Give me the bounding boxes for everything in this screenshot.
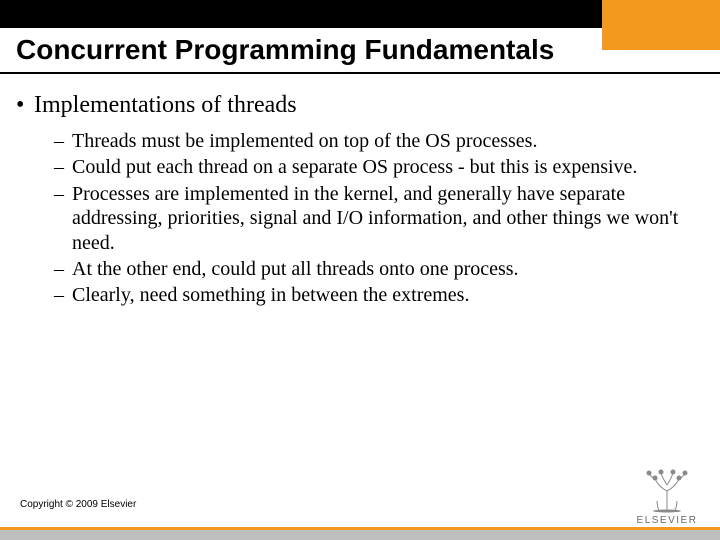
logo-text: ELSEVIER	[630, 515, 704, 526]
bullet-dot-icon: •	[16, 92, 34, 119]
bullet-level2-text: Could put each thread on a separate OS p…	[72, 156, 637, 178]
footer-grey-bar	[0, 530, 720, 540]
bullet-level2: –Threads must be implemented on top of t…	[10, 129, 700, 153]
dash-icon: –	[54, 129, 72, 153]
bullet-level2: –Could put each thread on a separate OS …	[10, 155, 700, 179]
bullet-level2: –Clearly, need something in between the …	[10, 283, 700, 307]
bullet-level2: –At the other end, could put all threads…	[10, 257, 700, 281]
bullet-level2-text: Threads must be implemented on top of th…	[72, 130, 537, 152]
bullet-level2-text: At the other end, could put all threads …	[72, 258, 519, 280]
bullet-level1: •Implementations of threads	[10, 92, 700, 119]
top-orange-box	[602, 0, 720, 50]
slide-content: •Implementations of threads –Threads mus…	[10, 92, 700, 310]
elsevier-logo: ELSEVIER	[630, 467, 704, 526]
bullet-level2: –Processes are implemented in the kernel…	[10, 182, 700, 255]
dash-icon: –	[54, 283, 72, 307]
dash-icon: –	[54, 155, 72, 179]
bullet-level1-text: Implementations of threads	[34, 92, 297, 118]
copyright-text: Copyright © 2009 Elsevier	[20, 499, 136, 510]
title-underline	[0, 72, 720, 74]
tree-icon	[639, 467, 695, 513]
bullet-level2-text: Clearly, need something in between the e…	[72, 284, 469, 306]
slide: Concurrent Programming Fundamentals •Imp…	[0, 0, 720, 540]
bullet-level2-text: Processes are implemented in the kernel,…	[72, 183, 678, 254]
slide-title: Concurrent Programming Fundamentals	[16, 34, 554, 66]
dash-icon: –	[54, 182, 72, 206]
dash-icon: –	[54, 257, 72, 281]
